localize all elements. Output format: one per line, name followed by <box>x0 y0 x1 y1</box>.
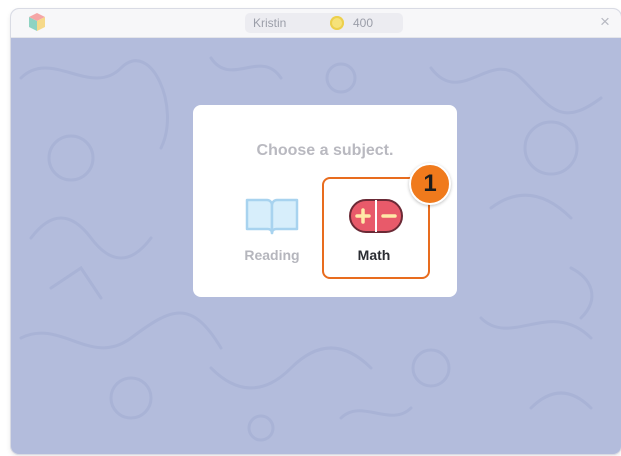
cube-logo-icon <box>29 13 45 31</box>
reading-subject-button[interactable]: Reading <box>218 177 326 279</box>
close-button[interactable]: × <box>595 12 615 32</box>
app-window: Kristin 400 × Choose a subject. Reading … <box>11 9 621 454</box>
book-icon <box>245 198 299 235</box>
title-bar: Kristin 400 × <box>11 9 621 38</box>
step-number-badge: 1 <box>409 163 451 205</box>
coin-icon <box>330 16 344 30</box>
dialog-title: Choose a subject. <box>256 142 394 159</box>
reading-label: Reading <box>244 247 300 263</box>
math-label: Math <box>357 247 391 263</box>
user-name: Kristin <box>253 16 287 30</box>
coin-count: 400 <box>353 16 374 30</box>
plus-minus-icon <box>349 199 403 233</box>
user-status-pill: Kristin 400 <box>245 13 403 33</box>
